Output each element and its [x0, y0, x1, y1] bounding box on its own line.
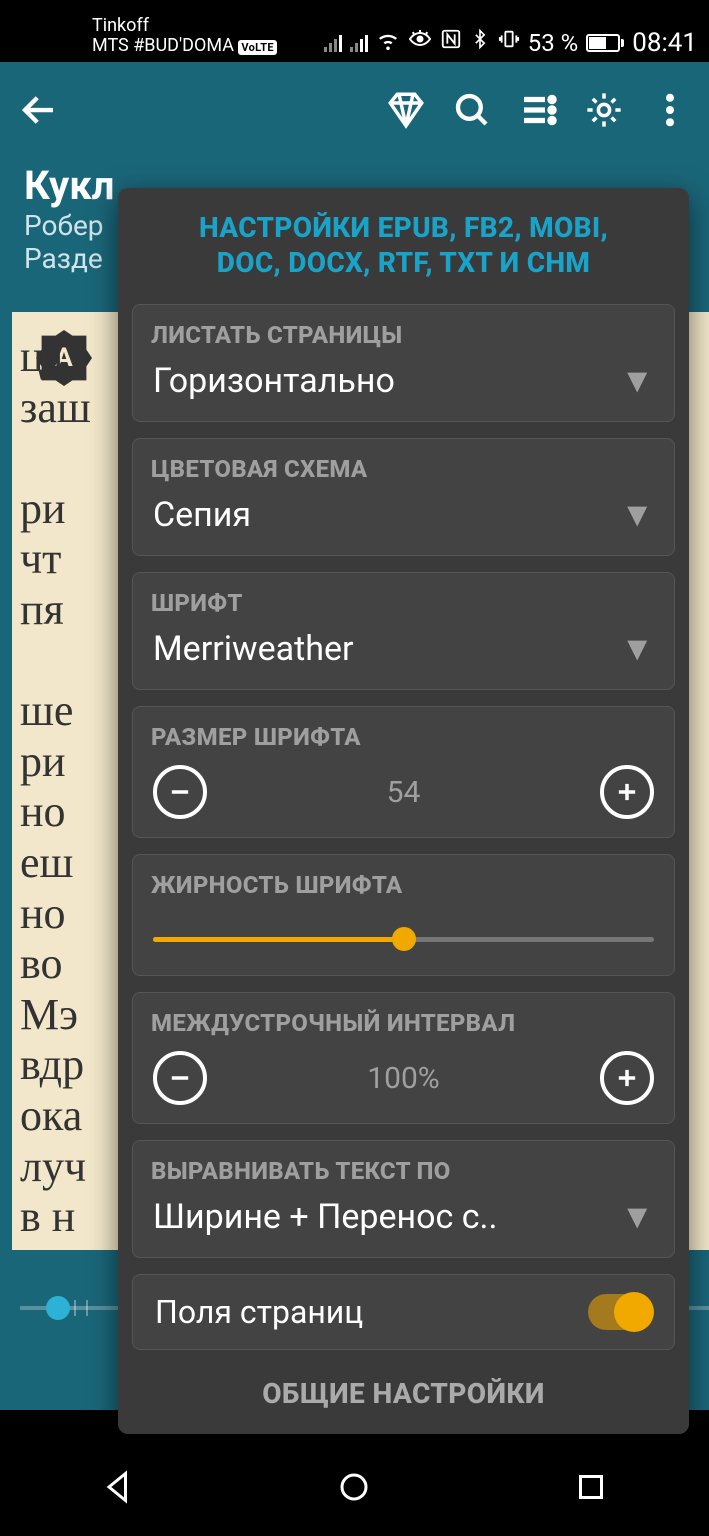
setting-page-margins: Поля страниц [132, 1274, 675, 1350]
battery-percent: 53 % [528, 29, 579, 57]
nav-recent-button[interactable] [573, 1469, 609, 1509]
wifi-icon [376, 28, 400, 58]
setting-align-label: ВЫРАВНИВАТЬ ТЕКСТ ПО [151, 1151, 656, 1193]
setting-fontsize-label: РАЗМЕР ШРИФТА [151, 717, 656, 759]
setting-color-dropdown[interactable]: Сепия ▼ [151, 491, 656, 539]
leading-increase-button[interactable] [600, 1051, 654, 1105]
overflow-icon[interactable] [649, 89, 691, 135]
slider-thumb[interactable] [392, 927, 416, 951]
setting-paging: ЛИСТАТЬ СТРАНИЦЫ Горизонтально ▼ [132, 304, 675, 422]
reading-text-fragment: ца заш ри чт пя ше ри но еш но во Мэ вдр… [20, 332, 120, 1344]
slider-fill [153, 937, 404, 942]
reading-progress-thumb[interactable] [46, 1296, 70, 1320]
setting-line-spacing: МЕЖДУСТРОЧНЫЙ ИНТЕРВАЛ 100% [132, 992, 675, 1124]
setting-font: ШРИФТ Merriweather ▼ [132, 572, 675, 690]
setting-paging-label: ЛИСТАТЬ СТРАНИЦЫ [151, 315, 656, 357]
setting-text-align: ВЫРАВНИВАТЬ ТЕКСТ ПО Ширине + Перенос с.… [132, 1140, 675, 1258]
setting-font-size: РАЗМЕР ШРИФТА 54 [132, 706, 675, 838]
status-time: 08:41 [632, 28, 697, 58]
weight-slider[interactable] [153, 919, 654, 959]
vibrate-icon [498, 28, 520, 57]
left-edge [0, 312, 12, 1410]
status-bar: Tinkoff MTS #BUD'DOMA VoLTE [0, 0, 709, 62]
setting-align-dropdown[interactable]: Ширине + Перенос с.. ▼ [151, 1193, 656, 1241]
progress-tick [86, 1300, 88, 1316]
general-settings-button[interactable]: ОБЩИЕ НАСТРОЙКИ [118, 1355, 689, 1434]
carrier-1: Tinkoff [92, 16, 277, 36]
chevron-down-icon: ▼ [620, 1197, 654, 1237]
nfc-icon [440, 28, 462, 57]
search-icon[interactable] [451, 89, 493, 135]
setting-font-label: ШРИФТ [151, 583, 656, 625]
margins-toggle[interactable] [588, 1294, 652, 1330]
carrier-2: MTS #BUD'DOMA VoLTE [92, 36, 277, 56]
setting-margins-label: Поля страниц [155, 1293, 363, 1331]
setting-leading-label: МЕЖДУСТРОЧНЫЙ ИНТЕРВАЛ [151, 1003, 656, 1045]
settings-panel: НАСТРОЙКИ EPUB, FB2, MOBI, DOC, DOCX, RT… [118, 188, 689, 1434]
progress-tick [74, 1300, 76, 1316]
setting-align-value: Ширине + Перенос с.. [153, 1197, 497, 1237]
chevron-down-icon: ▼ [620, 361, 654, 401]
gear-icon[interactable] [583, 89, 625, 135]
signal-icon-1 [324, 34, 342, 52]
setting-leading-value: 100% [367, 1061, 440, 1096]
setting-weight-label: ЖИРНОСТЬ ШРИФТА [151, 865, 656, 907]
volte-badge: VoLTE [238, 40, 276, 55]
signal-icon-2 [350, 34, 368, 52]
setting-paging-dropdown[interactable]: Горизонтально ▼ [151, 357, 656, 405]
status-right: 53 % 08:41 [324, 27, 697, 58]
leading-decrease-button[interactable] [153, 1051, 207, 1105]
setting-paging-value: Горизонтально [153, 361, 395, 401]
settings-panel-title: НАСТРОЙКИ EPUB, FB2, MOBI, DOC, DOCX, RT… [118, 188, 689, 304]
nav-home-button[interactable] [336, 1469, 372, 1509]
contents-icon[interactable] [517, 89, 559, 135]
chevron-down-icon: ▼ [620, 629, 654, 669]
setting-font-dropdown[interactable]: Merriweather ▼ [151, 625, 656, 673]
system-nav-bar [0, 1442, 709, 1536]
battery-icon [586, 34, 624, 52]
nav-back-button[interactable] [100, 1469, 136, 1509]
setting-color-label: ЦВЕТОВАЯ СХЕМА [151, 449, 656, 491]
fontsize-increase-button[interactable] [600, 765, 654, 819]
setting-color-value: Сепия [153, 495, 251, 535]
status-carriers: Tinkoff MTS #BUD'DOMA VoLTE [12, 16, 277, 58]
setting-font-weight: ЖИРНОСТЬ ШРИФТА [132, 854, 675, 976]
setting-color-scheme: ЦВЕТОВАЯ СХЕМА Сепия ▼ [132, 438, 675, 556]
back-button[interactable] [18, 89, 60, 135]
chevron-down-icon: ▼ [620, 495, 654, 535]
setting-fontsize-value: 54 [387, 775, 421, 810]
diamond-icon[interactable] [385, 89, 427, 135]
eye-icon [408, 27, 432, 58]
fontsize-decrease-button[interactable] [153, 765, 207, 819]
setting-font-value: Merriweather [153, 629, 354, 669]
bluetooth-icon [470, 27, 490, 58]
